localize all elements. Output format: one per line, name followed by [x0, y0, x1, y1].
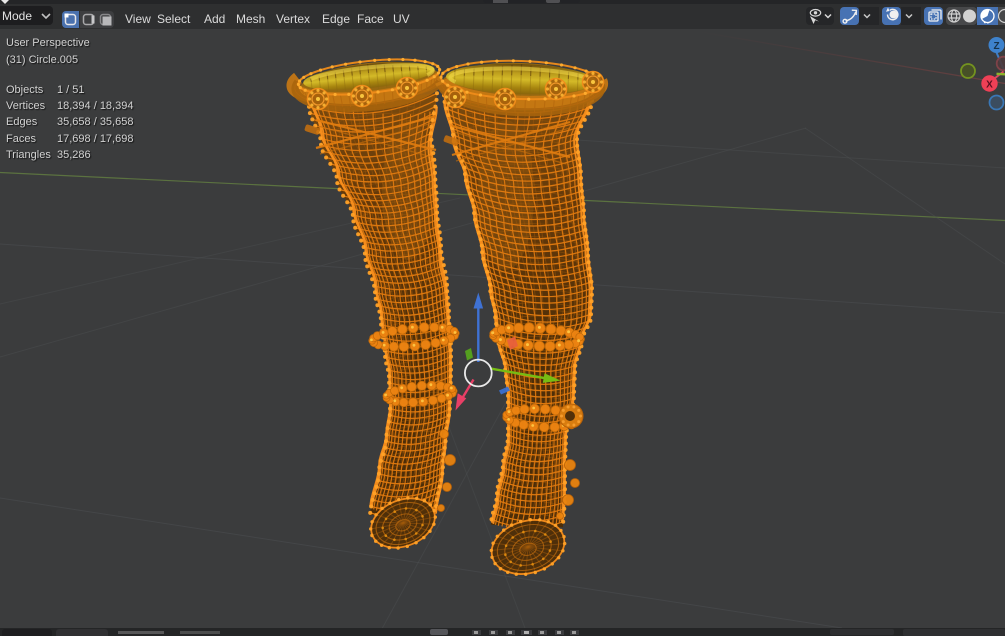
- svg-text:X: X: [986, 80, 993, 91]
- svg-text:Z: Z: [993, 41, 999, 52]
